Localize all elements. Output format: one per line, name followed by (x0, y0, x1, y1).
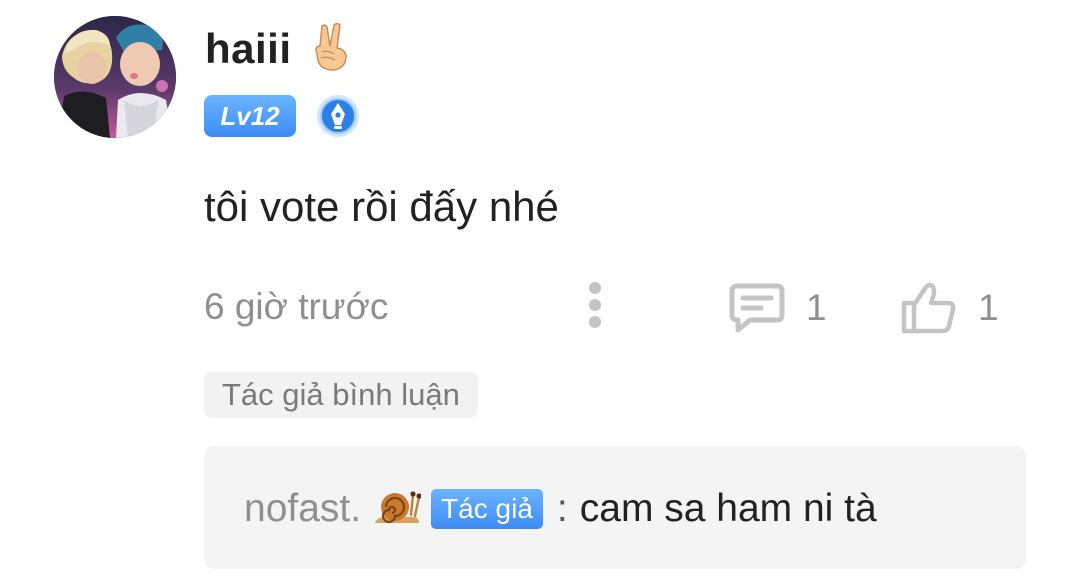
reply-text: cam sa ham ni tà (579, 487, 877, 530)
reply-username[interactable]: nofast. (244, 487, 361, 531)
reply-count: 1 (806, 287, 827, 328)
author-tag-badge: Tác giả (431, 489, 543, 529)
avatar[interactable] (54, 16, 176, 138)
pen-medal-icon[interactable] (316, 94, 360, 138)
snail-icon (373, 487, 422, 532)
more-options-button[interactable] (580, 278, 610, 336)
author-comment-label: Tác giả bình luận (204, 372, 478, 418)
level-badge[interactable]: Lv12 (204, 95, 296, 137)
comment-text: tôi vote rồi đấy nhé (204, 183, 559, 230)
author-reply-box[interactable]: nofast. Tác giả : cam sa ham ni tà (204, 446, 1026, 569)
victory-hand-icon (312, 22, 352, 77)
author-reply-line: nofast. Tác giả : cam sa ham ni tà (244, 484, 877, 534)
reply-button[interactable]: 1 (728, 280, 827, 336)
badges-row: Lv12 (204, 94, 360, 138)
like-count: 1 (978, 287, 999, 328)
thumbs-up-icon (901, 282, 956, 334)
vertical-dots-icon (589, 282, 601, 328)
username[interactable]: haiii (205, 25, 292, 73)
timestamp: 6 giờ trước (204, 286, 389, 327)
reply-separator: : (556, 487, 568, 530)
username-row: haiii (205, 18, 352, 80)
speech-bubble-icon (729, 283, 785, 333)
comment-card: haiii Lv12 tôi vote rồi đấy nhé 6 giờ tr… (0, 0, 1080, 578)
comment-meta-row: 6 giờ trước 1 1 (204, 278, 1024, 338)
like-button[interactable]: 1 (900, 280, 999, 336)
